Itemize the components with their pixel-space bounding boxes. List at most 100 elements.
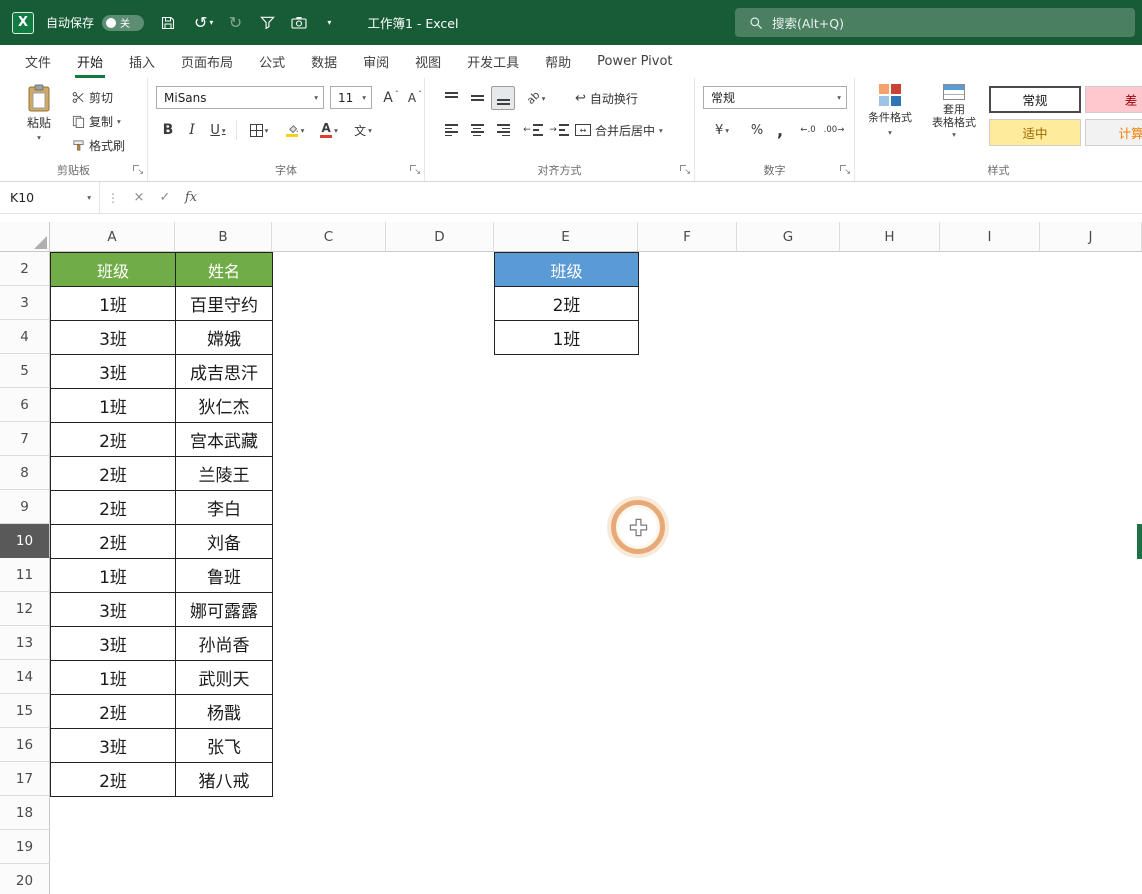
class-table-cell[interactable]: 刘备 <box>176 525 273 559</box>
row-header-9[interactable]: 9 <box>0 490 50 524</box>
row-header-16[interactable]: 16 <box>0 728 50 762</box>
column-header-A[interactable]: A <box>50 222 175 252</box>
class-table-cell[interactable]: 宫本武藏 <box>176 423 273 457</box>
class-table-cell[interactable]: 成吉思汗 <box>176 355 273 389</box>
excel-logo-icon[interactable]: X <box>12 12 34 34</box>
font-dialog-launcher[interactable]: ↘ <box>410 165 421 176</box>
decrease-decimal-button[interactable]: .00→ <box>821 118 847 142</box>
menu-tab-数据[interactable]: 数据 <box>298 45 350 78</box>
class-table-cell[interactable]: 1班 <box>51 559 176 593</box>
class-table-cell[interactable]: 鲁班 <box>176 559 273 593</box>
row-header-7[interactable]: 7 <box>0 422 50 456</box>
row-header-19[interactable]: 19 <box>0 830 50 864</box>
row-header-6[interactable]: 6 <box>0 388 50 422</box>
font-size-select[interactable]: 11▾ <box>330 86 372 109</box>
cell-style-option[interactable]: 计算 <box>1085 119 1142 146</box>
class-table-cell[interactable]: 2班 <box>51 423 176 457</box>
enter-button[interactable]: ✓ <box>152 190 178 205</box>
menu-tab-帮助[interactable]: 帮助 <box>532 45 584 78</box>
save-button[interactable] <box>156 9 180 37</box>
class-table-cell[interactable]: 2班 <box>51 763 176 797</box>
result-table-cell[interactable]: 1班 <box>495 321 639 355</box>
insert-function-button[interactable]: fx <box>178 190 204 205</box>
number-format-select[interactable]: 常规▾ <box>703 86 847 109</box>
column-header-H[interactable]: H <box>840 222 940 252</box>
fill-color-button[interactable]: ▾ <box>280 118 310 142</box>
class-table-cell[interactable]: 3班 <box>51 355 176 389</box>
menu-tab-Power Pivot[interactable]: Power Pivot <box>584 45 685 78</box>
cut-button[interactable]: 剪切 <box>72 86 125 108</box>
class-table-cell[interactable]: 3班 <box>51 593 176 627</box>
format-as-table-button[interactable]: 套用 表格格式 ▾ <box>923 84 985 139</box>
class-table-cell[interactable]: 娜可露露 <box>176 593 273 627</box>
column-header-F[interactable]: F <box>638 222 737 252</box>
column-header-C[interactable]: C <box>272 222 386 252</box>
class-table-header-cell[interactable]: 姓名 <box>176 253 273 287</box>
class-table-cell[interactable]: 2班 <box>51 695 176 729</box>
class-table-cell[interactable]: 3班 <box>51 321 176 355</box>
class-table-header-cell[interactable]: 班级 <box>51 253 176 287</box>
column-header-I[interactable]: I <box>940 222 1040 252</box>
quick-access-more-button[interactable]: ▾ <box>317 9 341 37</box>
increase-indent-button[interactable]: → <box>547 118 571 142</box>
undo-button[interactable]: ↺▾ <box>190 9 217 37</box>
conditional-format-button[interactable]: 条件格式 ▾ <box>861 84 919 137</box>
menu-tab-开始[interactable]: 开始 <box>64 45 116 78</box>
formula-input[interactable] <box>204 182 1142 213</box>
class-table-cell[interactable]: 狄仁杰 <box>176 389 273 423</box>
align-middle-button[interactable] <box>465 86 489 110</box>
clipboard-dialog-launcher[interactable]: ↘ <box>133 165 144 176</box>
row-header-4[interactable]: 4 <box>0 320 50 354</box>
increase-decimal-button[interactable]: ←.0 <box>795 118 821 142</box>
row-header-10[interactable]: 10 <box>0 524 50 558</box>
class-table-cell[interactable]: 孙尚香 <box>176 627 273 661</box>
row-header-11[interactable]: 11 <box>0 558 50 592</box>
copy-button[interactable]: 复制 ▾ <box>72 110 125 132</box>
column-header-G[interactable]: G <box>737 222 840 252</box>
align-top-button[interactable] <box>439 86 463 110</box>
increase-font-button[interactable]: Aˆ <box>380 86 402 110</box>
class-table-cell[interactable]: 李白 <box>176 491 273 525</box>
italic-button[interactable]: I <box>182 118 202 142</box>
column-header-E[interactable]: E <box>494 222 638 252</box>
border-button[interactable]: ▾ <box>244 118 274 142</box>
menu-tab-开发工具[interactable]: 开发工具 <box>454 45 532 78</box>
row-header-12[interactable]: 12 <box>0 592 50 626</box>
format-painter-button[interactable]: 格式刷 <box>72 134 125 156</box>
menu-tab-审阅[interactable]: 审阅 <box>350 45 402 78</box>
decrease-indent-button[interactable]: ← <box>521 118 545 142</box>
wrap-text-button[interactable]: ↩ 自动换行 <box>575 88 638 108</box>
autosave-toggle[interactable]: 关 <box>102 15 144 31</box>
class-table-cell[interactable]: 百里守约 <box>176 287 273 321</box>
comma-style-button[interactable]: , <box>771 118 789 142</box>
row-header-20[interactable]: 20 <box>0 864 50 894</box>
row-header-15[interactable]: 15 <box>0 694 50 728</box>
select-all-corner[interactable] <box>0 222 50 252</box>
class-table-cell[interactable]: 2班 <box>51 457 176 491</box>
paste-button[interactable]: 粘贴 ▾ <box>12 84 66 142</box>
percent-style-button[interactable]: % <box>747 118 767 142</box>
result-table-cell[interactable]: 2班 <box>495 287 639 321</box>
menu-tab-文件[interactable]: 文件 <box>12 45 64 78</box>
class-table-cell[interactable]: 猪八戒 <box>176 763 273 797</box>
align-right-button[interactable] <box>491 118 515 142</box>
row-header-2[interactable]: 2 <box>0 252 50 286</box>
class-table-cell[interactable]: 张飞 <box>176 729 273 763</box>
align-bottom-button[interactable] <box>491 86 515 110</box>
number-dialog-launcher[interactable]: ↘ <box>840 165 851 176</box>
menu-tab-公式[interactable]: 公式 <box>246 45 298 78</box>
class-table-cell[interactable]: 3班 <box>51 729 176 763</box>
row-header-17[interactable]: 17 <box>0 762 50 796</box>
align-left-button[interactable] <box>439 118 463 142</box>
class-table-cell[interactable]: 武则天 <box>176 661 273 695</box>
class-table-cell[interactable]: 1班 <box>51 287 176 321</box>
orientation-button[interactable]: ab▾ <box>521 86 551 110</box>
redo-button[interactable]: ↻ <box>223 9 247 37</box>
result-table-header-cell[interactable]: 班级 <box>495 253 639 287</box>
font-color-button[interactable]: A ▾ <box>314 118 344 142</box>
cell-style-option[interactable]: 常规 <box>989 86 1081 113</box>
underline-button[interactable]: U▾ <box>204 118 232 142</box>
class-table-cell[interactable]: 3班 <box>51 627 176 661</box>
phonetic-guide-button[interactable]: 文▾ <box>348 118 378 142</box>
class-table-cell[interactable]: 杨戬 <box>176 695 273 729</box>
